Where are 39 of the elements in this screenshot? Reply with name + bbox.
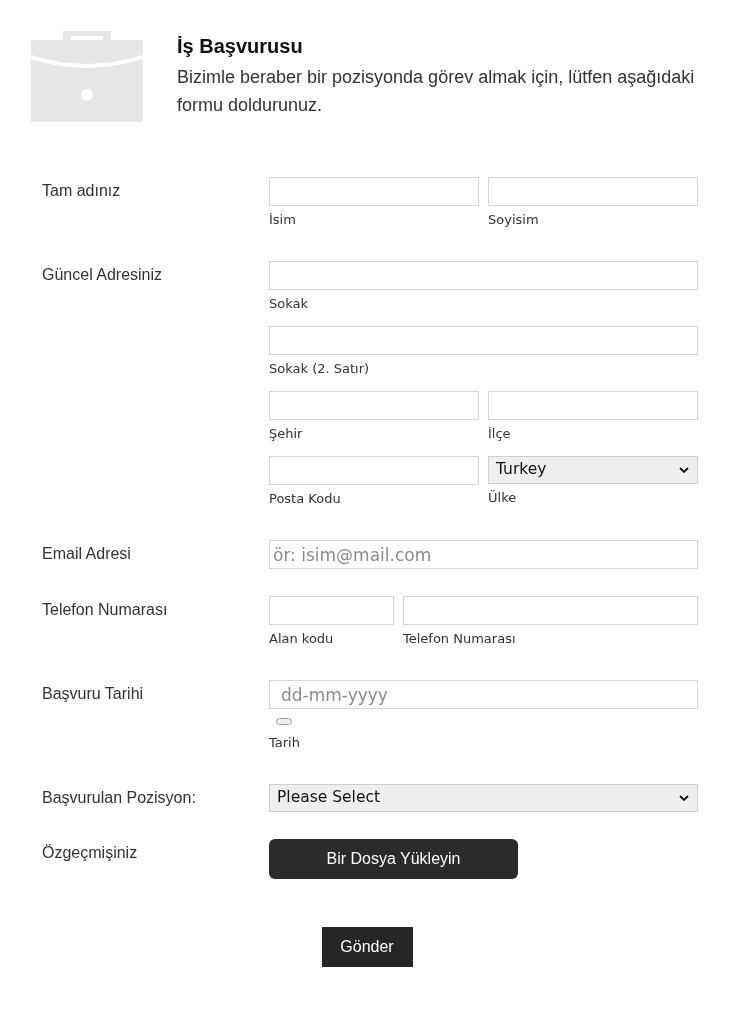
field-caption: Ülke bbox=[488, 490, 518, 506]
chevron-down-icon bbox=[679, 795, 689, 801]
field-caption: Telefon Numarası bbox=[403, 631, 517, 647]
field-label: Güncel Adresiniz bbox=[42, 265, 164, 285]
field-label: Başvurulan Pozisyon: bbox=[42, 788, 197, 808]
field-caption: Alan kodu bbox=[269, 631, 335, 647]
form-title: İş Başvurusu bbox=[177, 34, 304, 58]
date-field[interactable]: dd-mm-yyyy bbox=[269, 680, 698, 709]
text-field[interactable] bbox=[488, 391, 698, 420]
field-caption: Şehir bbox=[269, 426, 304, 442]
field-caption: Tarih bbox=[269, 735, 301, 751]
text-field[interactable] bbox=[403, 596, 698, 625]
text-field[interactable] bbox=[269, 177, 479, 206]
field-caption: İlçe bbox=[488, 426, 512, 442]
field-caption: İsim bbox=[269, 212, 297, 228]
text-field[interactable] bbox=[269, 261, 698, 290]
dropdown-field[interactable]: Turkey bbox=[488, 456, 698, 484]
field-label: Email Adresi bbox=[42, 544, 132, 564]
field-label: Özgeçmişiniz bbox=[42, 843, 139, 863]
text-field[interactable] bbox=[269, 391, 479, 420]
dropdown-field[interactable]: Please Select bbox=[269, 784, 698, 812]
text-field[interactable] bbox=[269, 456, 479, 485]
field-label: Tam adınız bbox=[42, 181, 122, 201]
text-field[interactable] bbox=[269, 326, 698, 355]
field-label: Başvuru Tarihi bbox=[42, 684, 145, 704]
form-description: Bizimle beraber bir pozisyonda görev almak için, lütfen aşağıdaki formu doldurunuz. bbox=[177, 66, 696, 117]
field-caption: Sokak (2. Satır) bbox=[269, 361, 371, 377]
text-field[interactable] bbox=[488, 177, 698, 206]
briefcase-icon bbox=[31, 31, 143, 122]
chevron-down-icon bbox=[679, 467, 689, 473]
field-caption: Posta Kodu bbox=[269, 491, 342, 507]
field-caption: Sokak bbox=[269, 296, 309, 312]
text-field[interactable] bbox=[269, 596, 394, 625]
upload-button[interactable]: Bir Dosya Yükleyin bbox=[269, 839, 518, 879]
pill-button[interactable] bbox=[276, 718, 292, 725]
submit-button[interactable]: Gönder bbox=[321, 927, 413, 967]
field-caption: Soyisim bbox=[488, 212, 540, 228]
text-field[interactable]: ör: isim@mail.com bbox=[269, 540, 698, 569]
field-label: Telefon Numarası bbox=[42, 600, 169, 620]
